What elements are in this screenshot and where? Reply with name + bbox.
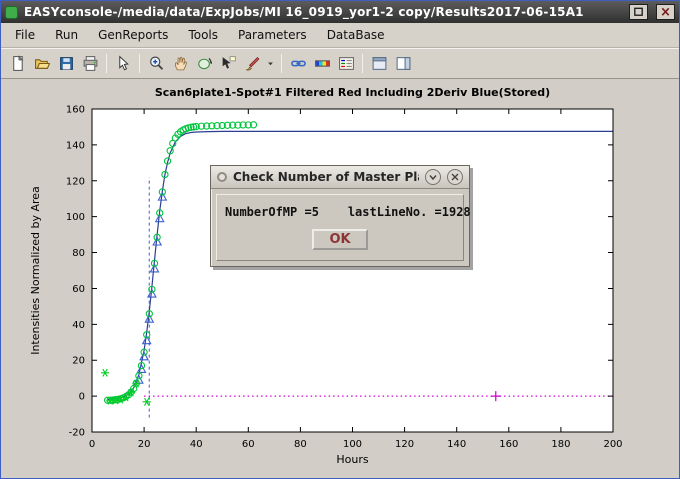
print-button[interactable] <box>78 52 102 76</box>
ok-button[interactable]: OK <box>312 229 367 250</box>
data-cursor-button[interactable] <box>216 52 240 76</box>
svg-text:80: 80 <box>294 439 307 450</box>
close-button[interactable] <box>656 4 675 20</box>
menu-item-run[interactable]: Run <box>45 25 88 45</box>
dialog-circle-icon <box>217 172 227 182</box>
svg-text:60: 60 <box>72 284 85 295</box>
svg-text:Scan6plate1-Spot#1 Filtered Re: Scan6plate1-Spot#1 Filtered Red Includin… <box>155 86 550 99</box>
menu-item-parameters[interactable]: Parameters <box>228 25 317 45</box>
dialog-close-button[interactable] <box>447 169 463 185</box>
data-cursor-icon <box>220 55 237 72</box>
window-titlebar: EASYconsole-/media/data/ExpJobs/MI 16_09… <box>1 1 679 23</box>
close-icon <box>450 172 460 182</box>
colorbar-icon <box>314 55 331 72</box>
edit-arrow-icon <box>115 55 132 72</box>
toolbar-separator <box>106 54 107 73</box>
new-figure-button[interactable] <box>6 52 30 76</box>
menu-item-tools[interactable]: Tools <box>178 25 228 45</box>
pan-hand-icon <box>172 55 189 72</box>
rotate-3d-icon <box>196 55 213 72</box>
edit-arrow-button[interactable] <box>111 52 135 76</box>
svg-text:0: 0 <box>89 439 95 450</box>
toolbar <box>1 48 679 79</box>
link-plot-icon <box>290 55 307 72</box>
figure-area: 0 20 40 60 80 100 120 140 160 180 200 -20 0 20 40 60 80 1… <box>1 79 679 478</box>
svg-text:40: 40 <box>190 439 203 450</box>
menu-item-file[interactable]: File <box>5 25 45 45</box>
menu-item-database[interactable]: DataBase <box>317 25 395 45</box>
open-file-button[interactable] <box>30 52 54 76</box>
save-button[interactable] <box>54 52 78 76</box>
svg-text:Intensities Normalized by Area: Intensities Normalized by Area <box>29 186 42 355</box>
dialog-rollup-button[interactable] <box>425 169 441 185</box>
svg-text:40: 40 <box>72 320 85 331</box>
maximize-icon <box>632 6 645 18</box>
svg-text:140: 140 <box>447 439 466 450</box>
rotate-3d-button[interactable] <box>192 52 216 76</box>
legend-icon <box>338 55 355 72</box>
link-plot-button[interactable] <box>286 52 310 76</box>
print-icon <box>82 55 99 72</box>
brush-icon <box>244 55 261 72</box>
open-file-icon <box>34 55 51 72</box>
toolbar-separator <box>362 54 363 73</box>
app-icon <box>5 6 18 19</box>
new-figure-icon <box>10 55 27 72</box>
svg-text:120: 120 <box>395 439 414 450</box>
dialog-title: Check Number of Master Pla <box>233 170 419 184</box>
brush-dropdown-icon <box>265 55 276 72</box>
hide-plot-tools-button[interactable] <box>367 52 391 76</box>
brush-button[interactable] <box>240 52 264 76</box>
dialog-check-number: Check Number of Master Pla NumberOfMP =5… <box>210 165 470 267</box>
hide-plot-tools-icon <box>371 55 388 72</box>
maximize-button[interactable] <box>629 4 648 20</box>
svg-text:100: 100 <box>66 212 85 223</box>
window-title: EASYconsole-/media/data/ExpJobs/MI 16_09… <box>24 5 621 19</box>
plot-canvas: 0 20 40 60 80 100 120 140 160 180 200 -20 0 20 40 60 80 1… <box>1 79 679 479</box>
pan-hand-button[interactable] <box>168 52 192 76</box>
save-icon <box>58 55 75 72</box>
svg-text:-20: -20 <box>69 428 85 439</box>
dialog-body: NumberOfMP =5 lastLineNo. =1928 OK <box>216 194 464 261</box>
show-plot-tools-icon <box>395 55 412 72</box>
svg-text:140: 140 <box>66 140 85 151</box>
svg-text:200: 200 <box>603 439 622 450</box>
zoom-in-icon <box>148 55 165 72</box>
svg-text:120: 120 <box>66 176 85 187</box>
svg-text:160: 160 <box>66 105 85 116</box>
dialog-titlebar[interactable]: Check Number of Master Pla <box>211 166 469 189</box>
svg-text:20: 20 <box>138 439 151 450</box>
legend-button[interactable] <box>334 52 358 76</box>
svg-text:180: 180 <box>551 439 570 450</box>
svg-text:100: 100 <box>343 439 362 450</box>
menu-item-genreports[interactable]: GenReports <box>88 25 178 45</box>
toolbar-separator <box>139 54 140 73</box>
svg-text:0: 0 <box>79 392 85 403</box>
svg-text:60: 60 <box>242 439 255 450</box>
colorbar-button[interactable] <box>310 52 334 76</box>
menubar: FileRunGenReportsToolsParametersDataBase <box>1 23 679 48</box>
app-window: EASYconsole-/media/data/ExpJobs/MI 16_09… <box>0 0 680 479</box>
dialog-message: NumberOfMP =5 lastLineNo. =1928 <box>225 205 455 219</box>
svg-text:160: 160 <box>499 439 518 450</box>
svg-text:20: 20 <box>72 356 85 367</box>
svg-text:80: 80 <box>72 248 85 259</box>
toolbar-separator <box>281 54 282 73</box>
close-icon <box>659 6 672 18</box>
zoom-in-button[interactable] <box>144 52 168 76</box>
svg-text:Hours: Hours <box>336 453 368 466</box>
chevron-down-icon <box>428 172 438 182</box>
brush-dropdown-button[interactable] <box>264 52 277 76</box>
show-plot-tools-button[interactable] <box>391 52 415 76</box>
